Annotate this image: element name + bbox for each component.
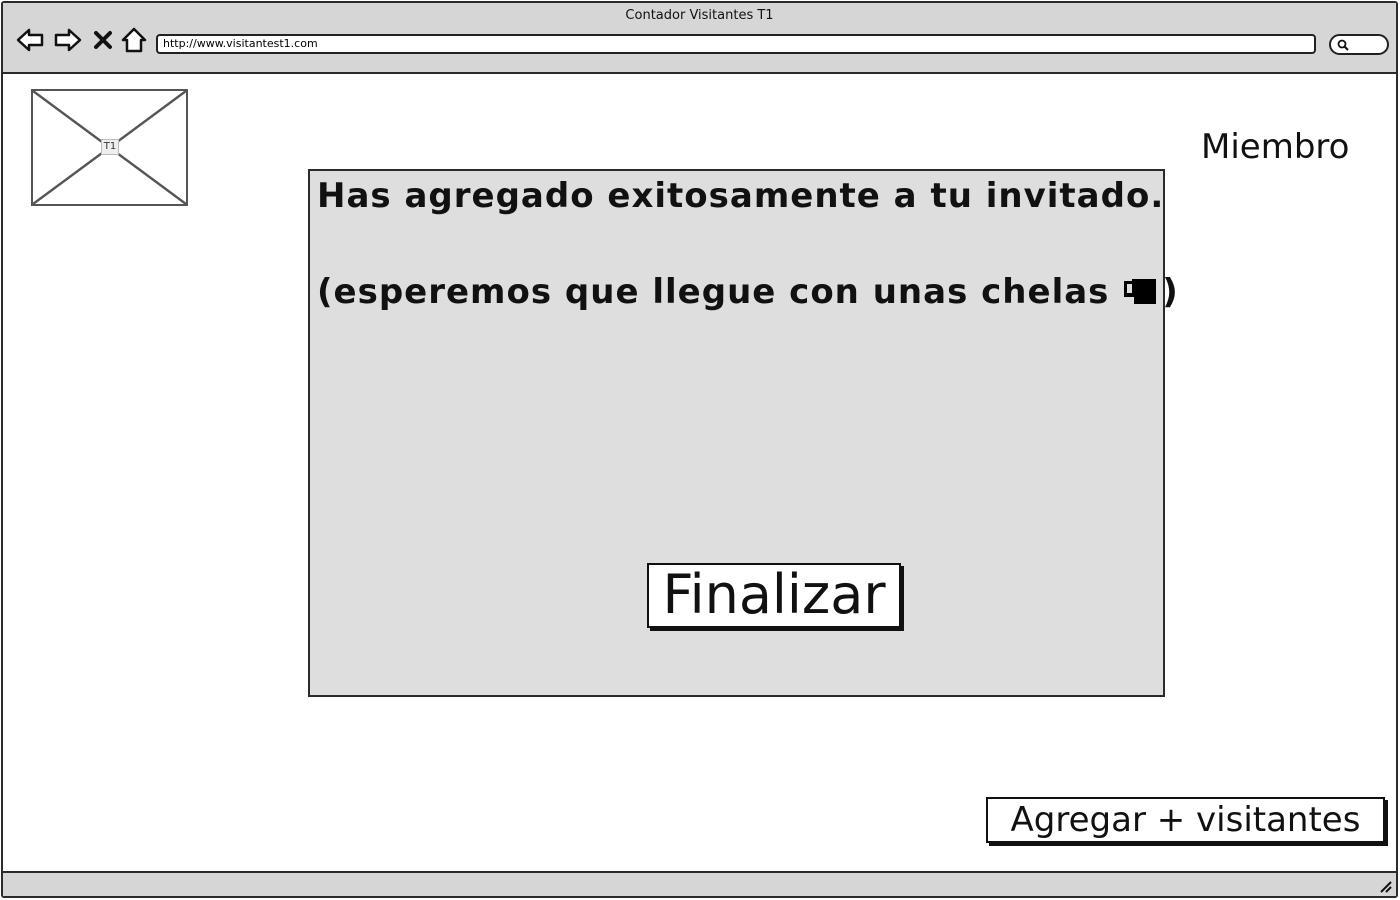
browser-window: Contador Visitantes T1 http://www.visita… [1, 1, 1398, 898]
dialog-note-text: (esperemos que llegue con unas chelas [317, 272, 1123, 312]
window-title: Contador Visitantes T1 [625, 8, 774, 23]
add-visitors-button[interactable]: Agregar + visitantes [986, 797, 1385, 843]
forward-arrow-icon[interactable] [53, 25, 83, 55]
back-arrow-icon[interactable] [15, 25, 45, 55]
logo-label: T1 [101, 139, 119, 155]
close-icon[interactable] [91, 25, 115, 55]
dialog-note-close: ) [1162, 272, 1179, 312]
url-bar[interactable]: http://www.visitantest1.com [156, 34, 1316, 54]
member-label[interactable]: Miembro [1201, 127, 1349, 167]
search-icon [1337, 39, 1349, 51]
success-message: Has agregado exitosamente a tu invitado. [317, 176, 1165, 216]
dialog-note: (esperemos que llegue con unas chelas ) [317, 272, 1179, 312]
status-bar [3, 871, 1396, 896]
resize-grip-icon[interactable] [1378, 879, 1392, 893]
browser-toolbar: Contador Visitantes T1 http://www.visita… [3, 3, 1396, 74]
logo-image-placeholder: T1 [31, 89, 188, 206]
beer-mug-icon [1122, 273, 1162, 307]
success-dialog: Has agregado exitosamente a tu invitado.… [308, 169, 1178, 697]
search-box[interactable] [1329, 34, 1389, 55]
finalize-button[interactable]: Finalizar [647, 563, 901, 628]
home-icon[interactable] [119, 25, 149, 55]
